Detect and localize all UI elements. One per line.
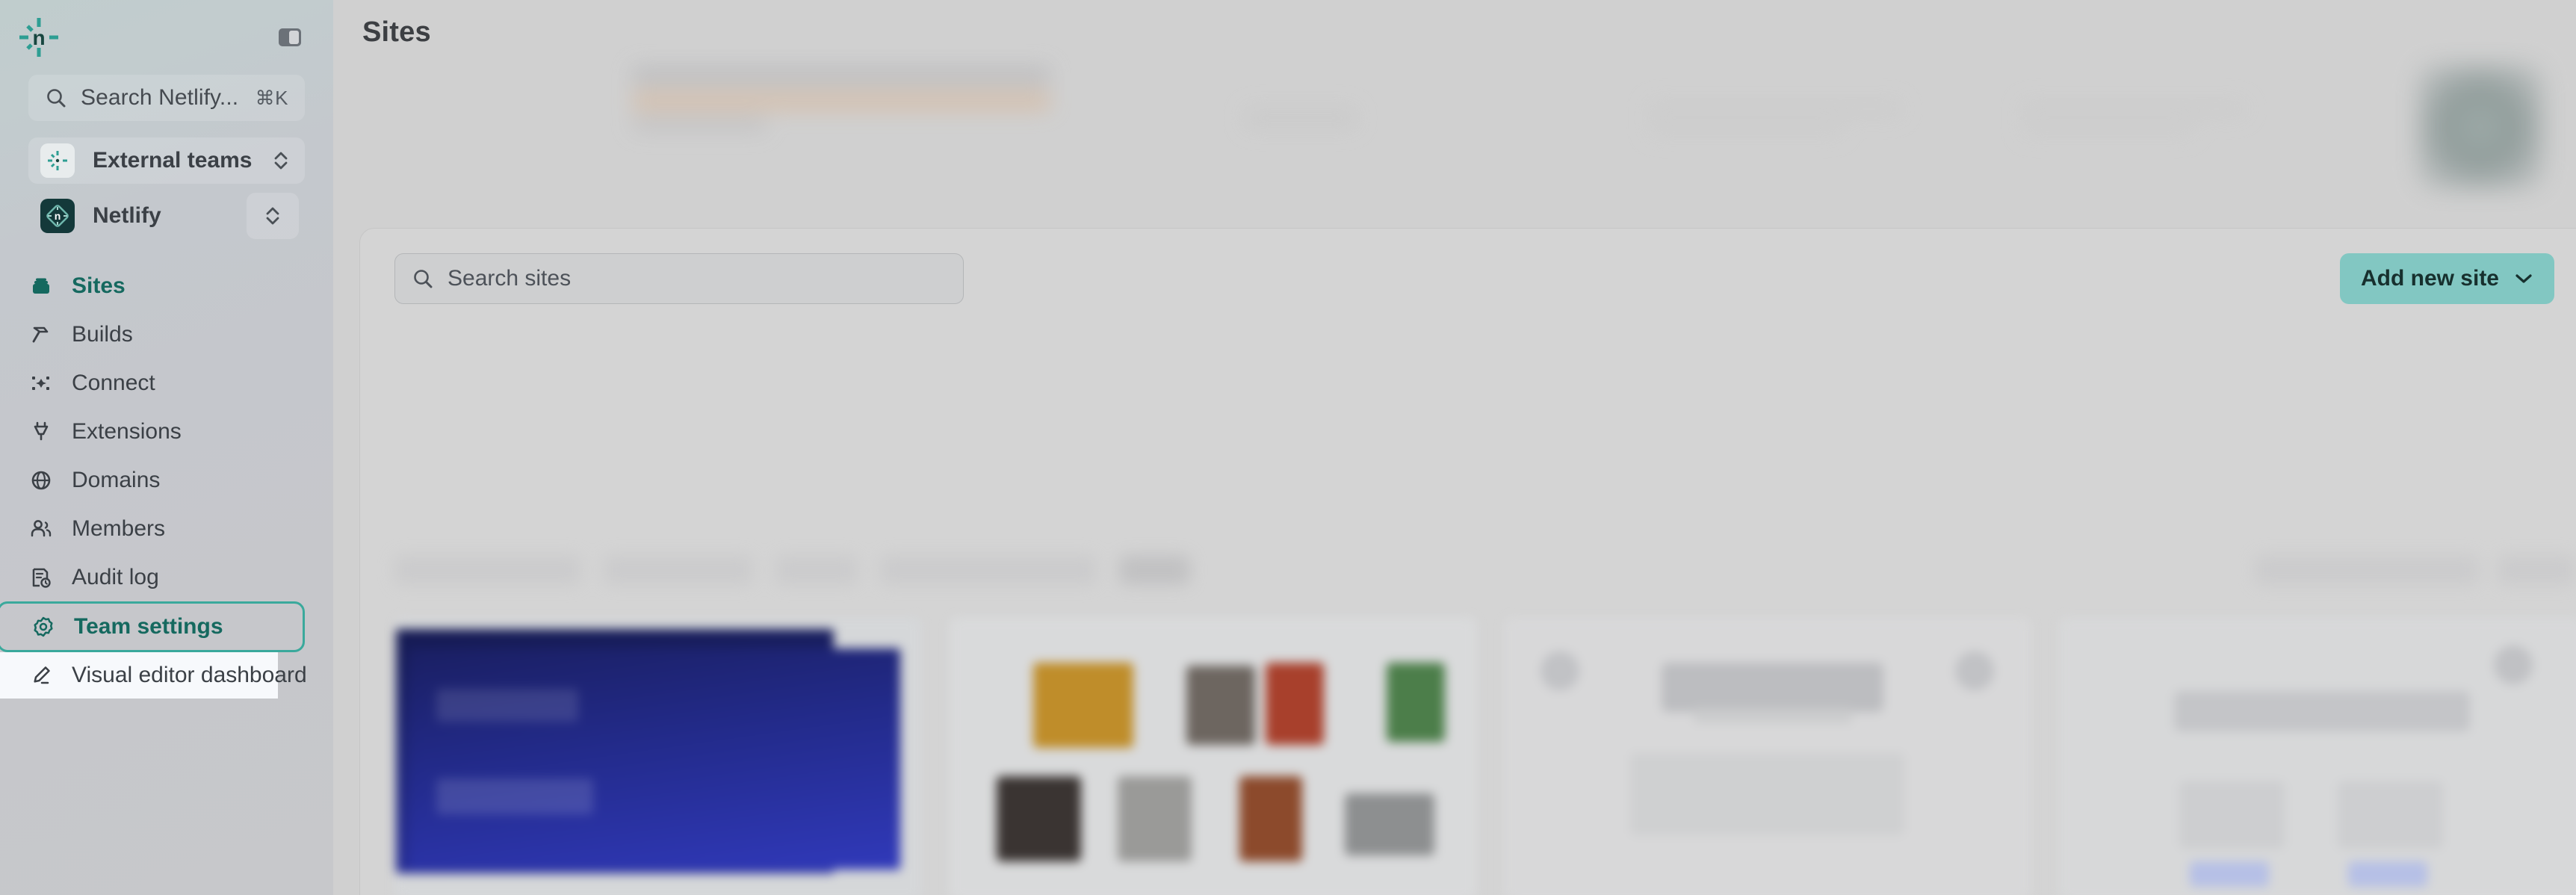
search-icon bbox=[412, 267, 434, 290]
avatar[interactable] bbox=[2418, 64, 2543, 190]
site-card[interactable] bbox=[394, 617, 923, 895]
banner-line bbox=[632, 117, 767, 131]
gear-icon bbox=[31, 614, 56, 639]
svg-text:n: n bbox=[55, 210, 61, 222]
sidebar-item-label: Sites bbox=[72, 273, 126, 298]
site-thumbnail bbox=[394, 617, 923, 895]
search-input[interactable]: Search sites bbox=[394, 253, 964, 304]
site-thumbnail bbox=[1503, 617, 2031, 895]
site-card-grid bbox=[383, 617, 2576, 895]
sidebar-item-connect[interactable]: Connect bbox=[0, 359, 333, 407]
sidebar-header: n bbox=[0, 0, 333, 75]
search-icon bbox=[45, 87, 67, 109]
sites-panel: Search sites Add new site bbox=[359, 228, 2576, 895]
banner-line bbox=[632, 91, 1050, 111]
site-thumbnail bbox=[2058, 617, 2576, 895]
view-toggle[interactable] bbox=[2497, 555, 2575, 585]
banner-line bbox=[1245, 108, 1357, 128]
filter-chip[interactable] bbox=[1119, 555, 1190, 585]
filter-chip[interactable] bbox=[880, 555, 1097, 585]
sidebar-search[interactable]: Search Netlify... ⌘K bbox=[28, 75, 305, 121]
sidebar-item-audit-log[interactable]: Audit log bbox=[0, 553, 333, 601]
netlify-logo[interactable]: n bbox=[18, 16, 60, 58]
site-card[interactable] bbox=[2058, 617, 2576, 895]
sidebar-nav: Sites Builds Connect Extensions Domains … bbox=[0, 261, 333, 699]
banner-line bbox=[2022, 123, 2193, 136]
app-root: n Search Netlify... ⌘K External teams n … bbox=[0, 0, 2576, 895]
banner-line bbox=[2022, 102, 2246, 117]
filter-chip[interactable] bbox=[394, 555, 581, 585]
sidebar-item-label: Extensions bbox=[72, 418, 182, 444]
members-icon bbox=[28, 516, 54, 542]
site-thumbnail bbox=[949, 617, 1477, 895]
sidebar-search-placeholder: Search Netlify... bbox=[81, 85, 239, 110]
org-chevron-updown-icon[interactable] bbox=[247, 193, 299, 239]
sidebar-item-label: Visual editor dashboard bbox=[72, 663, 307, 687]
org-switcher[interactable]: n Netlify bbox=[28, 193, 305, 239]
team-switcher-label: External teams bbox=[93, 148, 253, 173]
sidebar-item-visual-editor-dashboard[interactable]: Visual editor dashboard bbox=[0, 652, 307, 699]
sidebar-item-label: Team settings bbox=[74, 614, 223, 639]
sidebar-item-label: Connect bbox=[72, 370, 155, 395]
sidebar: n Search Netlify... ⌘K External teams n … bbox=[0, 0, 333, 895]
banner-line bbox=[1648, 123, 1842, 136]
svg-text:n: n bbox=[32, 26, 45, 49]
domains-icon bbox=[28, 468, 54, 493]
extensions-icon bbox=[28, 419, 54, 445]
add-new-site-label: Add new site bbox=[2360, 266, 2499, 291]
audit-log-icon bbox=[28, 565, 54, 590]
sidebar-item-members[interactable]: Members bbox=[0, 504, 333, 553]
main-content: Sites Search sites Add new site bbox=[333, 0, 2576, 895]
site-card[interactable] bbox=[949, 617, 1477, 895]
filter-bar-right bbox=[2255, 555, 2575, 585]
connect-icon bbox=[28, 371, 54, 396]
sidebar-item-extensions[interactable]: Extensions bbox=[0, 407, 333, 456]
sidebar-item-sites[interactable]: Sites bbox=[0, 261, 333, 310]
builds-icon bbox=[28, 322, 54, 347]
search-input-placeholder: Search sites bbox=[448, 266, 572, 291]
org-switcher-label: Netlify bbox=[93, 203, 161, 228]
chevron-updown-icon bbox=[272, 149, 290, 173]
sidebar-item-label: Audit log bbox=[72, 564, 159, 589]
sidebar-item-builds[interactable]: Builds bbox=[0, 310, 333, 359]
external-teams-icon bbox=[40, 143, 75, 178]
sites-icon bbox=[28, 273, 54, 299]
sidebar-item-label: Builds bbox=[72, 321, 133, 347]
sidebar-item-label: Domains bbox=[72, 467, 161, 492]
sidebar-item-domains[interactable]: Domains bbox=[0, 456, 333, 504]
search-shortcut: ⌘K bbox=[255, 86, 288, 109]
panel-toolbar: Search sites Add new site bbox=[360, 229, 2576, 333]
filter-chip[interactable] bbox=[775, 555, 858, 585]
add-new-site-button[interactable]: Add new site bbox=[2339, 253, 2554, 304]
chevron-down-icon bbox=[2514, 273, 2533, 285]
site-card[interactable] bbox=[1503, 617, 2031, 895]
banner-line bbox=[632, 66, 1050, 85]
sidebar-item-label: Members bbox=[72, 515, 166, 541]
page-title: Sites bbox=[362, 16, 431, 48]
filter-chip[interactable] bbox=[604, 555, 753, 585]
pencil-icon bbox=[28, 663, 54, 688]
netlify-org-icon: n bbox=[40, 199, 75, 233]
header-banner-blurred bbox=[587, 52, 2560, 138]
sidebar-toggle[interactable] bbox=[275, 22, 305, 52]
filter-bar-blurred[interactable] bbox=[394, 550, 2575, 590]
sidebar-item-team-settings[interactable]: Team settings bbox=[0, 601, 305, 652]
sort-control[interactable] bbox=[2255, 555, 2479, 585]
banner-line bbox=[1648, 102, 1902, 117]
team-switcher[interactable]: External teams bbox=[28, 137, 305, 184]
